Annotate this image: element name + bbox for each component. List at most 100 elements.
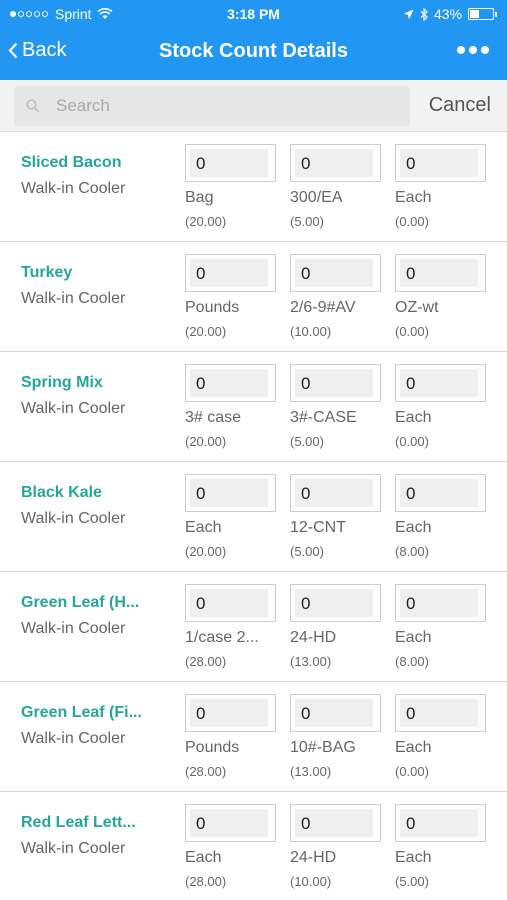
unit-label: 12-CNT (290, 519, 347, 536)
unit-label: 10#-BAG (290, 739, 356, 756)
unit-label: Each (395, 629, 432, 646)
list-item: Black Kale Walk-in Cooler 0 Each (20.00) 0 12-… (0, 462, 507, 572)
navigation-bar: Back Stock Count Details (0, 28, 507, 78)
par-level: (13.00) (290, 764, 332, 779)
quantity-input[interactable]: 0 (185, 694, 276, 732)
unit-label: Each (395, 739, 432, 756)
item-name[interactable]: Turkey (21, 264, 72, 282)
quantity-value: 0 (406, 594, 416, 613)
quantity-input[interactable]: 0 (395, 804, 486, 842)
quantity-value: 0 (196, 154, 206, 173)
list-item: Spring Mix Walk-in Cooler 0 3# case (20.00) 0… (0, 352, 507, 462)
page-title: Stock Count Details (159, 40, 348, 62)
par-level: (0.00) (395, 214, 429, 229)
count-cell: 0 24-HD (13.00) (290, 584, 382, 669)
par-level: (10.00) (290, 324, 332, 339)
quantity-input[interactable]: 0 (290, 474, 381, 512)
search-box[interactable] (14, 86, 410, 126)
count-cell: 0 1/case 2... (28.00) (185, 584, 277, 669)
battery-percent: 43% (433, 6, 462, 22)
unit-label: Each (395, 409, 432, 426)
unit-label: Pounds (185, 299, 240, 316)
count-cell: 0 Each (8.00) (395, 474, 487, 559)
quantity-value: 0 (406, 264, 416, 283)
quantity-input[interactable]: 0 (290, 694, 381, 732)
unit-label: 3# case (185, 409, 242, 426)
quantity-input[interactable]: 0 (290, 584, 381, 622)
count-cell: 0 Pounds (28.00) (185, 694, 277, 779)
quantity-value: 0 (406, 154, 416, 173)
cancel-button[interactable]: Cancel (429, 94, 491, 117)
count-cell: 0 Each (0.00) (395, 364, 487, 449)
battery-fill (470, 10, 480, 18)
quantity-input[interactable]: 0 (185, 144, 276, 182)
count-cell: 0 Bag (20.00) (185, 144, 277, 229)
quantity-value: 0 (196, 264, 206, 283)
quantity-value: 0 (196, 704, 206, 723)
par-level: (20.00) (185, 214, 227, 229)
par-level: (28.00) (185, 654, 227, 669)
bluetooth-icon (420, 7, 428, 21)
quantity-value: 0 (301, 374, 311, 393)
quantity-value: 0 (301, 154, 311, 173)
par-level: (0.00) (395, 764, 429, 779)
quantity-input[interactable]: 0 (185, 364, 276, 402)
count-cell: 0 12-CNT (5.00) (290, 474, 382, 559)
quantity-input[interactable]: 0 (290, 364, 381, 402)
list-item: Green Leaf (H... Walk-in Cooler 0 1/case 2.… (0, 572, 507, 682)
quantity-input[interactable]: 0 (290, 254, 381, 292)
quantity-value: 0 (406, 484, 416, 503)
quantity-input[interactable]: 0 (395, 144, 486, 182)
unit-label: 3#-CASE (290, 409, 357, 426)
par-level: (5.00) (395, 874, 429, 889)
count-cell: 0 Each (20.00) (185, 474, 277, 559)
quantity-input[interactable]: 0 (395, 254, 486, 292)
item-name[interactable]: Sliced Bacon (21, 154, 121, 172)
item-location: Walk-in Cooler (21, 840, 126, 857)
item-name[interactable]: Green Leaf (H... (21, 594, 139, 612)
quantity-input[interactable]: 0 (395, 584, 486, 622)
count-cell: 0 Each (5.00) (395, 804, 487, 889)
quantity-input[interactable]: 0 (290, 804, 381, 842)
status-right: 43% (397, 6, 497, 22)
unit-label: 300/EA (290, 189, 343, 206)
unit-label: Each (185, 519, 222, 536)
count-cell: 0 Each (0.00) (395, 694, 487, 779)
item-name[interactable]: Spring Mix (21, 374, 103, 392)
quantity-input[interactable]: 0 (395, 474, 486, 512)
item-name[interactable]: Red Leaf Lett... (21, 814, 136, 832)
quantity-input[interactable]: 0 (185, 474, 276, 512)
par-level: (0.00) (395, 434, 429, 449)
par-level: (20.00) (185, 434, 227, 449)
quantity-input[interactable]: 0 (395, 694, 486, 732)
par-level: (5.00) (290, 434, 324, 449)
par-level: (20.00) (185, 544, 227, 559)
count-cell: 0 Each (28.00) (185, 804, 277, 889)
par-level: (8.00) (395, 654, 429, 669)
quantity-value: 0 (196, 374, 206, 393)
count-cell: 0 2/6-9#AV (10.00) (290, 254, 382, 339)
quantity-input[interactable]: 0 (185, 804, 276, 842)
item-location: Walk-in Cooler (21, 400, 126, 417)
unit-label: Pounds (185, 739, 240, 756)
app-header: Sprint 3:18 PM 43% Back Stock Count Deta… (0, 0, 507, 80)
unit-label: Each (395, 519, 432, 536)
quantity-value: 0 (406, 814, 416, 833)
search-input[interactable] (56, 96, 356, 116)
quantity-input[interactable]: 0 (395, 364, 486, 402)
quantity-value: 0 (301, 704, 311, 723)
unit-label: Bag (185, 189, 214, 206)
item-name[interactable]: Green Leaf (Fi... (21, 704, 142, 722)
par-level: (5.00) (290, 544, 324, 559)
quantity-value: 0 (196, 594, 206, 613)
item-location: Walk-in Cooler (21, 510, 126, 527)
quantity-input[interactable]: 0 (290, 144, 381, 182)
par-level: (20.00) (185, 324, 227, 339)
battery-icon (468, 8, 494, 20)
item-name[interactable]: Black Kale (21, 484, 102, 502)
quantity-input[interactable]: 0 (185, 584, 276, 622)
quantity-input[interactable]: 0 (185, 254, 276, 292)
more-dots-icon[interactable] (453, 46, 489, 54)
par-level: (5.00) (290, 214, 324, 229)
par-level: (8.00) (395, 544, 429, 559)
